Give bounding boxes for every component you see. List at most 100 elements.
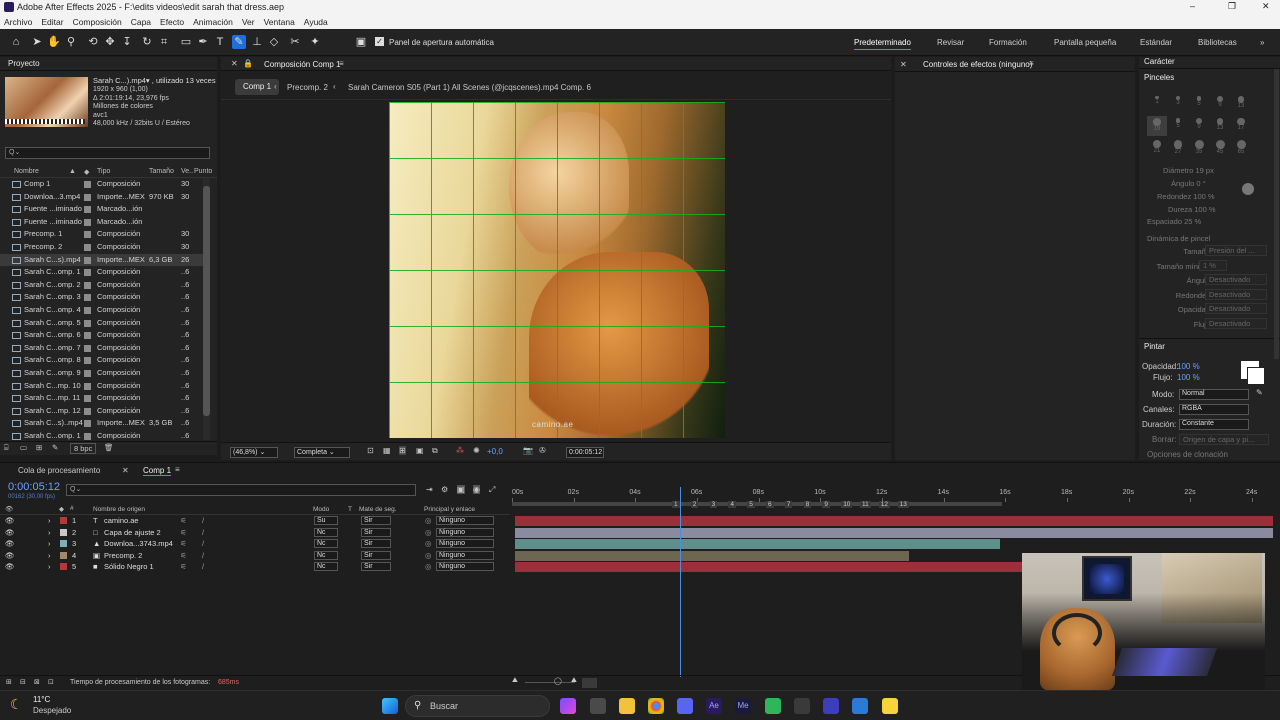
brush-preset[interactable]: 17 <box>1231 116 1251 136</box>
project-scrollbar[interactable] <box>203 178 210 440</box>
layer-matte-dropdown[interactable]: Sir <box>361 550 391 560</box>
brush-dyn-value[interactable]: 1 % <box>1199 259 1227 271</box>
chrome-icon[interactable] <box>648 698 664 714</box>
copilot-icon[interactable] <box>560 698 576 714</box>
comp-marker[interactable]: 8 <box>803 501 812 508</box>
project-item[interactable]: Precomp. 1 Composición 30 <box>0 228 210 241</box>
exposure-value[interactable]: +0,0 <box>487 447 503 456</box>
comp-marker[interactable]: 3 <box>709 501 718 508</box>
adjust-icon[interactable]: ✎ <box>52 443 58 452</box>
layer-mode-dropdown[interactable]: Nc <box>314 527 338 537</box>
project-search-input[interactable]: Q⌄ <box>5 147 210 159</box>
grid-toggle-icon[interactable]: ⊞ <box>399 446 406 455</box>
brush-preset[interactable]: 5 <box>1168 116 1188 136</box>
pan-camera-icon[interactable]: ✥ <box>103 35 117 49</box>
quality-icon[interactable]: / <box>202 538 204 550</box>
project-item[interactable]: Sarah C...omp. 1 Composición ..6 <box>0 430 210 440</box>
timeline-scroll[interactable] <box>582 678 597 688</box>
comp-marker[interactable]: 13 <box>897 501 909 508</box>
brush-preset[interactable]: 45 <box>1210 138 1230 158</box>
label-swatch[interactable] <box>84 218 91 226</box>
eye-icon[interactable]: 👁 <box>5 550 15 562</box>
label-swatch[interactable] <box>84 281 91 289</box>
expand-chevron-icon[interactable]: › <box>48 538 51 550</box>
brush-preset[interactable]: 13 <box>1231 94 1251 114</box>
clonacion-label[interactable]: Opciones de clonación <box>1147 450 1228 459</box>
project-item[interactable]: Sarah C...mp. 12 Composición ..6 <box>0 405 210 418</box>
project-item[interactable]: Downloa...3.mp4 Importe...MEX 970 KB 30 <box>0 191 210 204</box>
label-swatch[interactable] <box>84 256 91 264</box>
comp-marker[interactable]: 5 <box>747 501 755 508</box>
layer-name[interactable]: Capa de ajuste 2 <box>104 527 161 539</box>
background-color-swatch[interactable] <box>1247 367 1265 385</box>
col-parent[interactable]: Principal y enlace <box>424 506 475 513</box>
label-swatch[interactable] <box>84 407 91 415</box>
layer-search-input[interactable]: Q⌄ <box>66 484 416 496</box>
label-swatch[interactable] <box>84 420 91 428</box>
auto-open-checkbox[interactable]: ✓ <box>375 37 384 46</box>
panel-close-icon[interactable]: ✕ <box>231 59 238 68</box>
col-punto[interactable]: Punto <box>194 168 212 175</box>
snapshot-icon[interactable]: 📷 <box>523 446 533 455</box>
pickwhip-icon[interactable]: ◎ <box>425 515 432 527</box>
project-item[interactable]: Sarah C...mp. 11 Composición ..6 <box>0 392 210 405</box>
brush-preset[interactable]: 35 <box>1189 138 1209 158</box>
menu-ventana[interactable]: Ventana <box>264 17 295 27</box>
timeline-timecode[interactable]: 0:00:05:12 <box>8 481 60 493</box>
comp-marker[interactable]: 6 <box>766 501 774 508</box>
weather-temp[interactable]: 11°C <box>33 695 50 704</box>
discord-icon[interactable] <box>677 698 693 714</box>
breadcrumb-comp1[interactable]: Comp 1 <box>235 79 280 95</box>
workspace-predeterminado[interactable]: Predeterminado <box>854 38 911 50</box>
label-swatch[interactable] <box>84 294 91 302</box>
draft-3d-icon[interactable]: ⚙ <box>441 485 448 494</box>
steam-icon[interactable] <box>794 698 810 714</box>
layer-duration-bar[interactable] <box>515 539 1001 549</box>
layer-mode-dropdown[interactable]: Su <box>314 516 338 525</box>
layer-name[interactable]: Sólido Negro 1 <box>104 561 154 573</box>
layer-label-swatch[interactable] <box>60 563 67 570</box>
comp-marker[interactable]: 4 <box>728 501 737 508</box>
text-tool-icon[interactable]: T <box>213 35 227 49</box>
region-icon[interactable]: ⊡ <box>367 446 374 455</box>
canales-dropdown[interactable]: RGBA <box>1179 404 1249 415</box>
layer-duration-bar[interactable] <box>515 550 910 561</box>
project-item[interactable]: Fuente ...iminado Marcado...ión <box>0 216 210 229</box>
transparency-icon[interactable]: ▦ <box>383 446 391 455</box>
layer-matte-dropdown[interactable]: Sir <box>361 516 391 525</box>
menu-capa[interactable]: Capa <box>131 17 151 27</box>
opacidad-value[interactable]: 100 % <box>1177 362 1200 371</box>
zoom-dropdown[interactable]: (46,8%) ⌄ <box>230 447 278 458</box>
mask-icon[interactable]: ▣ <box>416 446 424 455</box>
brush-preset[interactable]: 9 <box>1189 116 1209 136</box>
tab-render-queue[interactable]: Cola de procesamiento <box>18 466 100 475</box>
zoom-tool-icon[interactable]: ⚲ <box>64 35 78 49</box>
effects-menu-icon[interactable]: ≡ <box>1029 59 1034 68</box>
workspace-estandar[interactable]: Estándar <box>1140 38 1172 47</box>
layer-name[interactable]: camino.ae <box>104 515 139 527</box>
new-folder-icon[interactable]: ▭ <box>20 443 27 452</box>
label-swatch[interactable] <box>84 370 91 377</box>
layer-parent-dropdown[interactable]: Ninguno <box>436 539 494 548</box>
current-time-field[interactable]: 0:00:05:12 <box>566 447 604 458</box>
col-tamano[interactable]: Tamaño <box>149 168 174 175</box>
breadcrumb-precomp2[interactable]: Precomp. 2 <box>287 83 328 92</box>
brush-preset[interactable]: 27 <box>1168 138 1188 158</box>
interpret-icon[interactable]: ⌸ <box>4 443 9 453</box>
layer-parent-dropdown[interactable]: Ninguno <box>436 516 494 525</box>
comp-panel-title[interactable]: Composición Comp 1 <box>264 60 340 69</box>
tool-icon[interactable] <box>823 698 839 714</box>
sort-up-icon[interactable]: ▲ <box>69 168 76 175</box>
caracter-header[interactable]: Carácter <box>1144 57 1175 66</box>
label-swatch[interactable] <box>84 231 91 239</box>
panel-close-icon[interactable]: ✕ <box>900 60 907 69</box>
comp-marker[interactable]: 9 <box>822 501 831 508</box>
col-velocidad[interactable]: Ve.. <box>181 168 193 175</box>
tab-menu-icon[interactable]: ≡ <box>175 465 180 474</box>
layer-label-swatch[interactable] <box>60 551 67 559</box>
brush-preset[interactable]: 1 <box>1147 94 1167 114</box>
eye-icon[interactable]: 👁 <box>5 538 15 550</box>
layer-matte-dropdown[interactable]: Sir <box>361 527 391 537</box>
brush-tool-icon[interactable]: ✎ <box>232 35 246 49</box>
toggle-modes-icon[interactable]: ⊟ <box>20 678 26 686</box>
